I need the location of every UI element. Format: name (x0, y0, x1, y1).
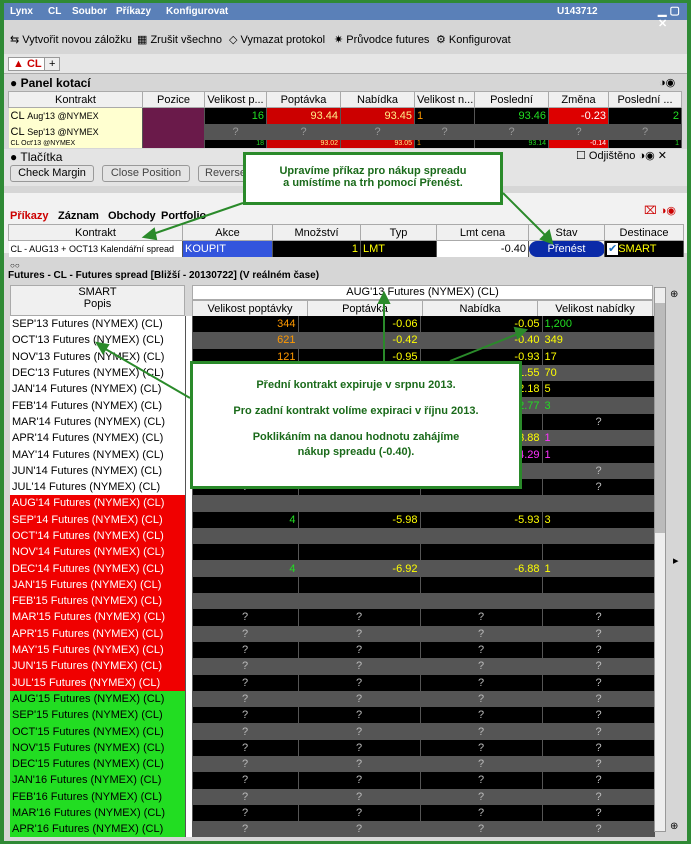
arrowhead (95, 341, 110, 355)
main-window: Lynx CL Soubor Příkazy Konfigurovat U143… (4, 3, 687, 841)
arrowhead (513, 326, 529, 340)
arrow-to-contract (149, 202, 244, 236)
arrowhead (141, 227, 158, 241)
arrow-to-oct13 (101, 346, 191, 399)
arrowhead (377, 290, 391, 304)
callout-arrows (95, 192, 554, 399)
arrow-to-price (449, 332, 521, 362)
arrow-to-transmit (502, 192, 549, 239)
